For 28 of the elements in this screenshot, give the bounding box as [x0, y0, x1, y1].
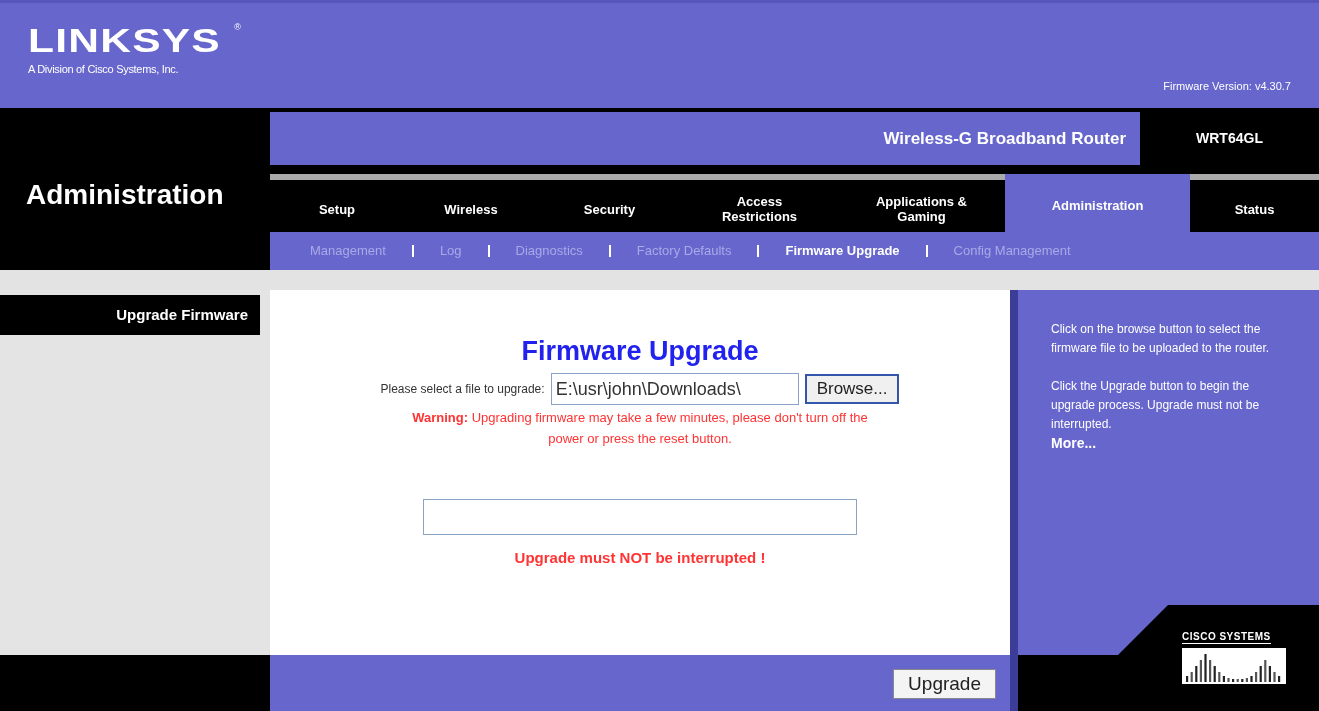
nav-tab[interactable]: Status — [1190, 180, 1319, 232]
firmware-version: Firmware Version: v4.30.7 — [1163, 78, 1291, 94]
help-text: Click the Upgrade button to begin the upgrade process. Upgrade must not be interrupted. — [1051, 378, 1261, 433]
nav-tab[interactable]: Security — [538, 180, 681, 232]
page-title: Firmware Upgrade — [521, 338, 759, 365]
warning-text: Warning: Upgrading firmware may take a few minutes, please don't turn off the power or press the reset button. — [411, 409, 869, 448]
brand-tagline: A Division of Cisco Systems, Inc. — [28, 62, 180, 77]
nav-tab[interactable]: Wireless — [404, 180, 538, 232]
sidebar-heading: Upgrade Firmware — [116, 304, 248, 325]
file-label: Please select a file to upgrade: — [380, 381, 545, 398]
registered-mark: ® — [234, 23, 241, 32]
brand-logo: LINKSYS — [28, 23, 221, 57]
model-name: WRT64GL — [1196, 129, 1263, 148]
file-path-field[interactable]: E:\usr\john\Downloads\ — [550, 373, 799, 405]
upgrade-button[interactable]: Upgrade — [893, 669, 996, 699]
nav-tab[interactable]: Access Restrictions — [681, 180, 838, 232]
interrupt-notice: Upgrade must NOT be interrupted ! — [514, 548, 766, 568]
subnav-link[interactable]: Firmware Upgrade — [785, 241, 900, 261]
nav-tab[interactable]: Administration — [1005, 174, 1190, 232]
browse-button[interactable]: Browse... — [804, 374, 900, 404]
product-name: Wireless-G Broadband Router — [883, 127, 1126, 150]
nav-tab[interactable]: Setup — [270, 180, 404, 232]
cisco-wordmark: CISCO SYSTEMS — [1182, 632, 1271, 644]
cisco-bars-icon — [1182, 648, 1288, 684]
nav-tab[interactable]: Applications & Gaming — [838, 180, 1005, 232]
help-text: Click on the browse button to select the firmware file to be uploaded to the router. — [1051, 321, 1271, 357]
section-title: Administration — [26, 178, 224, 212]
more-link[interactable]: More... — [1051, 434, 1289, 453]
